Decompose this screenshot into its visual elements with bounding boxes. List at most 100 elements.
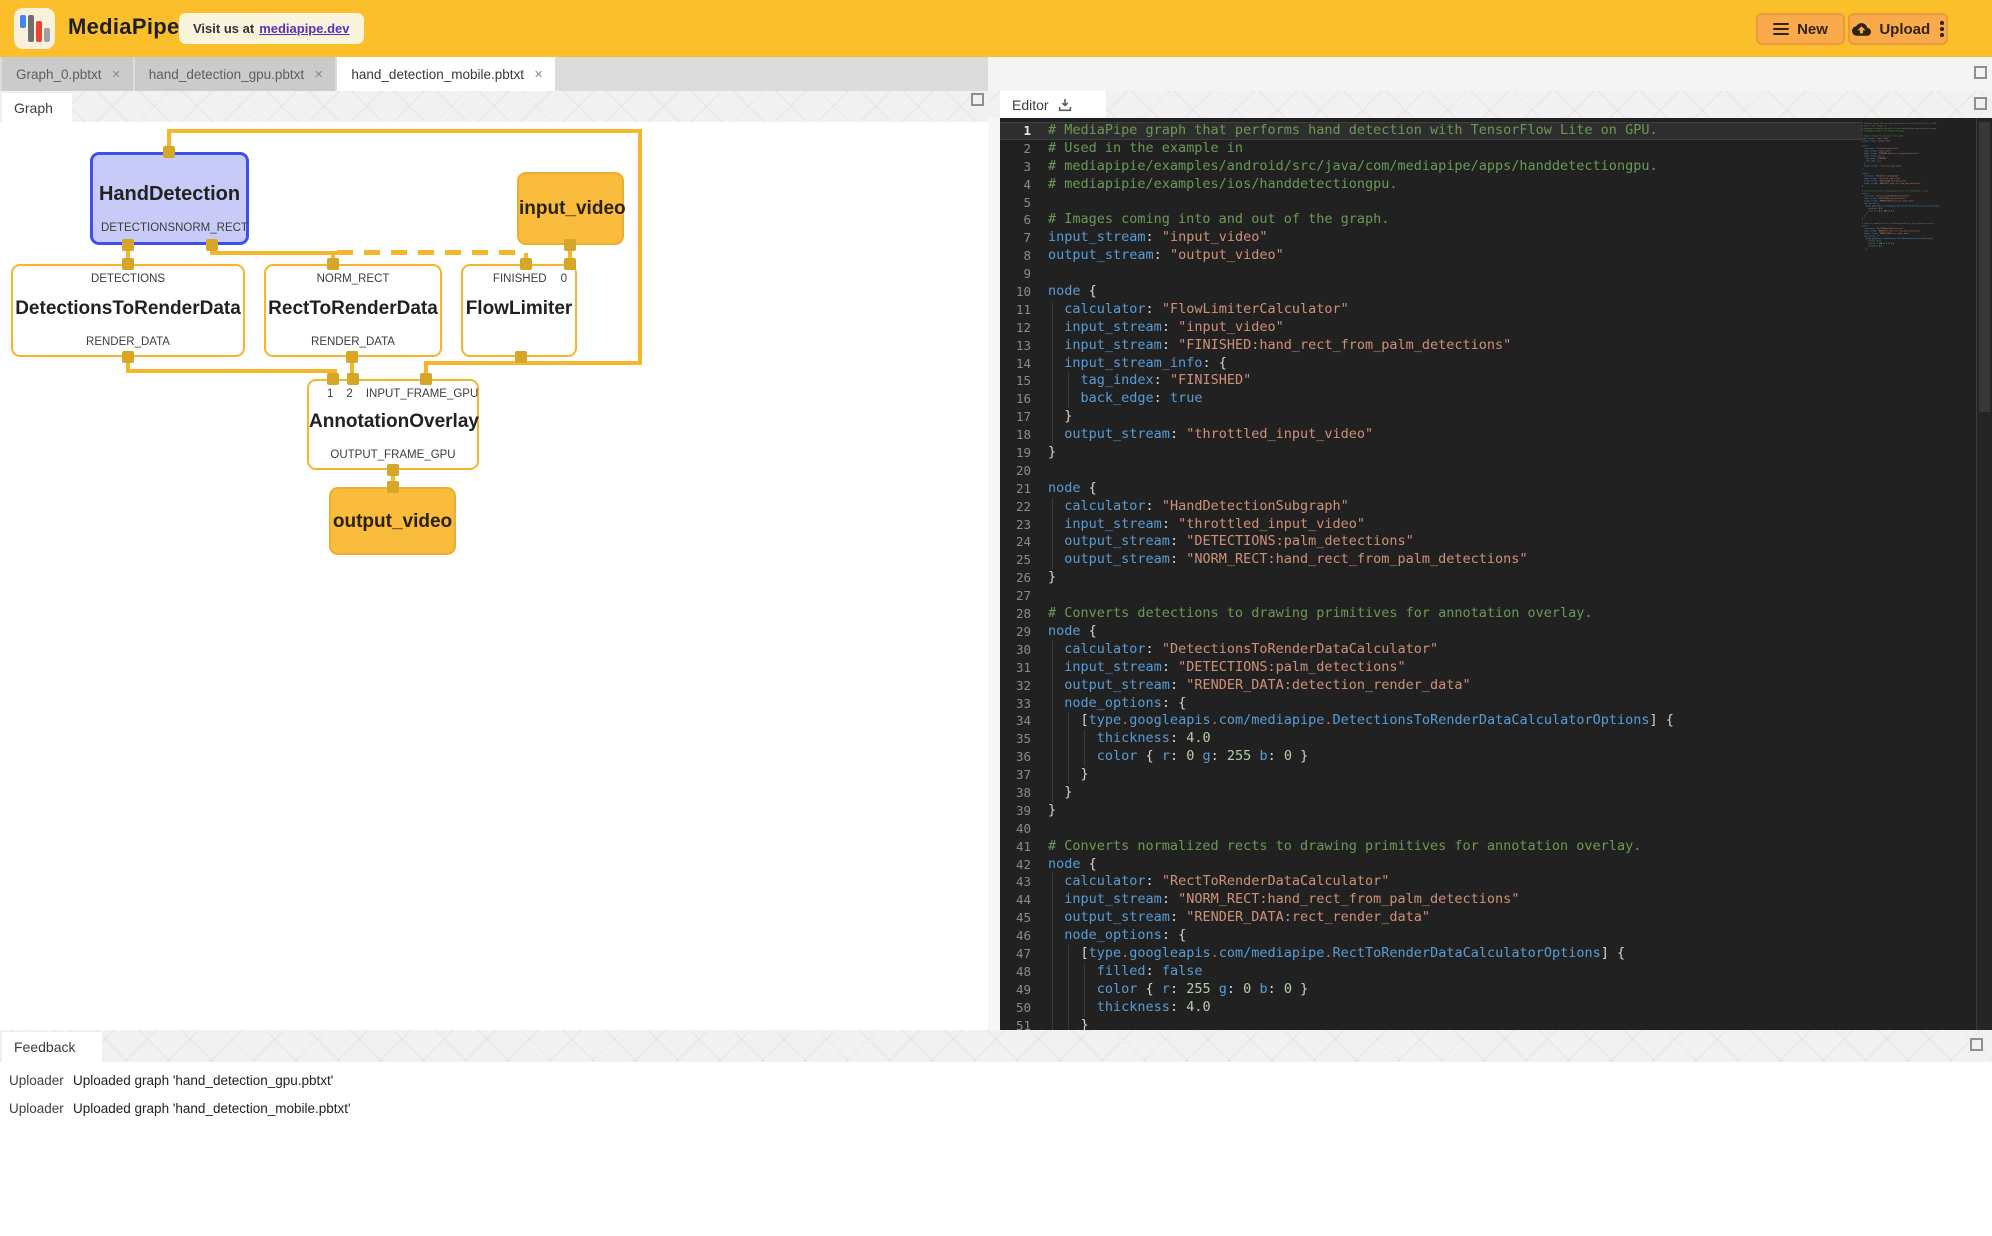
indent-guide [1084, 730, 1085, 748]
code-line-42[interactable]: 42node { [1000, 856, 1862, 874]
line-number: 44 [1000, 891, 1048, 909]
maximize-icon[interactable] [1974, 66, 1987, 79]
code-line-32[interactable]: 32 output_stream: "RENDER_DATA:detection… [1000, 677, 1862, 695]
line-text: tag_index: "FINISHED" [1048, 372, 1862, 390]
graph-canvas[interactable] [0, 122, 988, 1030]
code-line-1[interactable]: 1# MediaPipe graph that performs hand de… [1000, 122, 1862, 140]
close-icon[interactable]: ✕ [110, 66, 123, 83]
code-line-10[interactable]: 10node { [1000, 283, 1862, 301]
code-line-37[interactable]: 37 } [1000, 766, 1862, 784]
node-flow-limiter[interactable]: FINISHED 0 FlowLimiter [461, 264, 577, 357]
node-annotation-overlay[interactable]: 1 2 INPUT_FRAME_GPU AnnotationOverlay OU… [307, 379, 479, 470]
code-line-3[interactable]: 3# mediapipie/examples/android/src/java/… [1000, 158, 1862, 176]
line-number: 15 [1000, 372, 1048, 390]
code-line-43[interactable]: 43 calculator: "RectToRenderDataCalculat… [1000, 873, 1862, 891]
indent-guide [1084, 963, 1085, 981]
code-line-49[interactable]: 49 color { r: 255 g: 0 b: 0 } [1000, 981, 1862, 999]
code-line-22[interactable]: 22 calculator: "HandDetectionSubgraph" [1000, 498, 1862, 516]
code-line-29[interactable]: 29node { [1000, 623, 1862, 641]
code-line-33[interactable]: 33 node_options: { [1000, 695, 1862, 713]
code-lines[interactable]: 1# MediaPipe graph that performs hand de… [1000, 122, 1862, 1030]
code-line-47[interactable]: 47 [type.googleapis.com/mediapipe.RectTo… [1000, 945, 1862, 963]
node-detections-to-render-data[interactable]: DETECTIONS DetectionsToRenderData RENDER… [11, 264, 245, 357]
code-line-4[interactable]: 4# mediapipie/examples/ios/handdetection… [1000, 176, 1862, 194]
line-number: 33 [1000, 695, 1048, 713]
port-label: RENDER_DATA [86, 336, 170, 348]
tab-Graph_0.pbtxt[interactable]: Graph_0.pbtxt✕ [2, 57, 133, 91]
tab-editor[interactable]: Editor [1000, 91, 1106, 118]
maximize-icon[interactable] [971, 93, 984, 106]
code-line-14[interactable]: 14 input_stream_info: { [1000, 355, 1862, 373]
code-line-8[interactable]: 8output_stream: "output_video" [1000, 247, 1862, 265]
code-line-13[interactable]: 13 input_stream: "FINISHED:hand_rect_fro… [1000, 337, 1862, 355]
tab-hand_detection_gpu.pbtxt[interactable]: hand_detection_gpu.pbtxt✕ [135, 57, 336, 91]
code-line-21[interactable]: 21node { [1000, 480, 1862, 498]
maximize-icon[interactable] [1974, 97, 1987, 110]
code-line-39[interactable]: 39} [1000, 802, 1862, 820]
line-number: 23 [1000, 516, 1048, 534]
code-line-46[interactable]: 46 node_options: { [1000, 927, 1862, 945]
code-line-40[interactable]: 40 [1000, 820, 1862, 838]
code-line-23[interactable]: 23 input_stream: "throttled_input_video" [1000, 516, 1862, 534]
upload-button[interactable]: Upload [1848, 13, 1948, 45]
mediapipe-dev-link[interactable]: mediapipe.dev [259, 21, 349, 36]
code-line-36[interactable]: 36 color { r: 0 g: 255 b: 0 } [1000, 748, 1862, 766]
node-output-video[interactable]: output_video [329, 487, 456, 555]
scrollbar-thumb[interactable] [1979, 122, 1990, 412]
tab-graph[interactable]: Graph [2, 93, 72, 122]
code-line-51[interactable]: 51 } [1000, 1017, 1862, 1030]
panel-divider[interactable] [988, 118, 1000, 1030]
code-line-38[interactable]: 38 } [1000, 784, 1862, 802]
code-line-31[interactable]: 31 input_stream: "DETECTIONS:palm_detect… [1000, 659, 1862, 677]
code-line-45[interactable]: 45 output_stream: "RENDER_DATA:rect_rend… [1000, 909, 1862, 927]
code-line-12[interactable]: 12 input_stream: "input_video" [1000, 319, 1862, 337]
cloud-upload-icon [1852, 22, 1871, 36]
code-line-50[interactable]: 50 thickness: 4.0 [1000, 999, 1862, 1017]
code-line-16[interactable]: 16 back_edge: true [1000, 390, 1862, 408]
close-icon[interactable]: ✕ [312, 66, 325, 83]
code-line-25[interactable]: 25 output_stream: "NORM_RECT:hand_rect_f… [1000, 551, 1862, 569]
tab-feedback[interactable]: Feedback [2, 1032, 102, 1062]
download-icon[interactable] [1057, 97, 1073, 113]
maximize-icon[interactable] [1970, 1038, 1983, 1051]
code-editor[interactable]: 1# MediaPipe graph that performs hand de… [1000, 118, 1992, 1030]
indent-guide [1052, 784, 1053, 802]
code-line-20[interactable]: 20 [1000, 462, 1862, 480]
code-line-2[interactable]: 2# Used in the example in [1000, 140, 1862, 158]
code-line-48[interactable]: 48 filled: false [1000, 963, 1862, 981]
code-line-35[interactable]: 35 thickness: 4.0 [1000, 730, 1862, 748]
code-line-15[interactable]: 15 tag_index: "FINISHED" [1000, 372, 1862, 390]
minimap[interactable]: # MediaPipe graph that performs hand det… [1862, 122, 1962, 1026]
edge [210, 251, 337, 255]
code-line-9[interactable]: 9 [1000, 265, 1862, 283]
indent-guide [1052, 963, 1053, 981]
code-line-26[interactable]: 26} [1000, 569, 1862, 587]
code-line-17[interactable]: 17 } [1000, 408, 1862, 426]
code-line-11[interactable]: 11 calculator: "FlowLimiterCalculator" [1000, 301, 1862, 319]
node-rect-to-render-data[interactable]: NORM_RECT RectToRenderData RENDER_DATA [264, 264, 442, 357]
feedback-tab-label: Feedback [14, 1039, 75, 1055]
code-line-41[interactable]: 41# Converts normalized rects to drawing… [1000, 838, 1862, 856]
close-icon[interactable]: ✕ [532, 66, 545, 83]
line-text: color { r: 255 g: 0 b: 0 } [1048, 981, 1862, 999]
node-hand-detection[interactable]: HandDetection DETECTIONS NORM_RECT [90, 152, 249, 245]
code-line-30[interactable]: 30 calculator: "DetectionsToRenderDataCa… [1000, 641, 1862, 659]
tab-hand_detection_mobile.pbtxt[interactable]: hand_detection_mobile.pbtxt✕ [337, 57, 555, 91]
new-button[interactable]: New [1756, 13, 1845, 45]
code-line-44[interactable]: 44 input_stream: "NORM_RECT:hand_rect_fr… [1000, 891, 1862, 909]
code-line-18[interactable]: 18 output_stream: "throttled_input_video… [1000, 426, 1862, 444]
code-line-28[interactable]: 28# Converts detections to drawing primi… [1000, 605, 1862, 623]
code-line-27[interactable]: 27 [1000, 587, 1862, 605]
line-number: 8 [1000, 247, 1048, 265]
kebab-icon[interactable] [1940, 21, 1944, 37]
code-line-24[interactable]: 24 output_stream: "DETECTIONS:palm_detec… [1000, 533, 1862, 551]
line-text: [type.googleapis.com/mediapipe.RectToRen… [1048, 945, 1862, 963]
code-line-19[interactable]: 19} [1000, 444, 1862, 462]
code-line-34[interactable]: 34 [type.googleapis.com/mediapipe.Detect… [1000, 712, 1862, 730]
visit-pill: Visit us at mediapipe.dev [179, 13, 364, 44]
node-input-video[interactable]: input_video [517, 172, 624, 245]
line-number: 12 [1000, 319, 1048, 337]
code-line-7[interactable]: 7input_stream: "input_video" [1000, 229, 1862, 247]
code-line-6[interactable]: 6# Images coming into and out of the gra… [1000, 211, 1862, 229]
code-line-5[interactable]: 5 [1000, 194, 1862, 212]
